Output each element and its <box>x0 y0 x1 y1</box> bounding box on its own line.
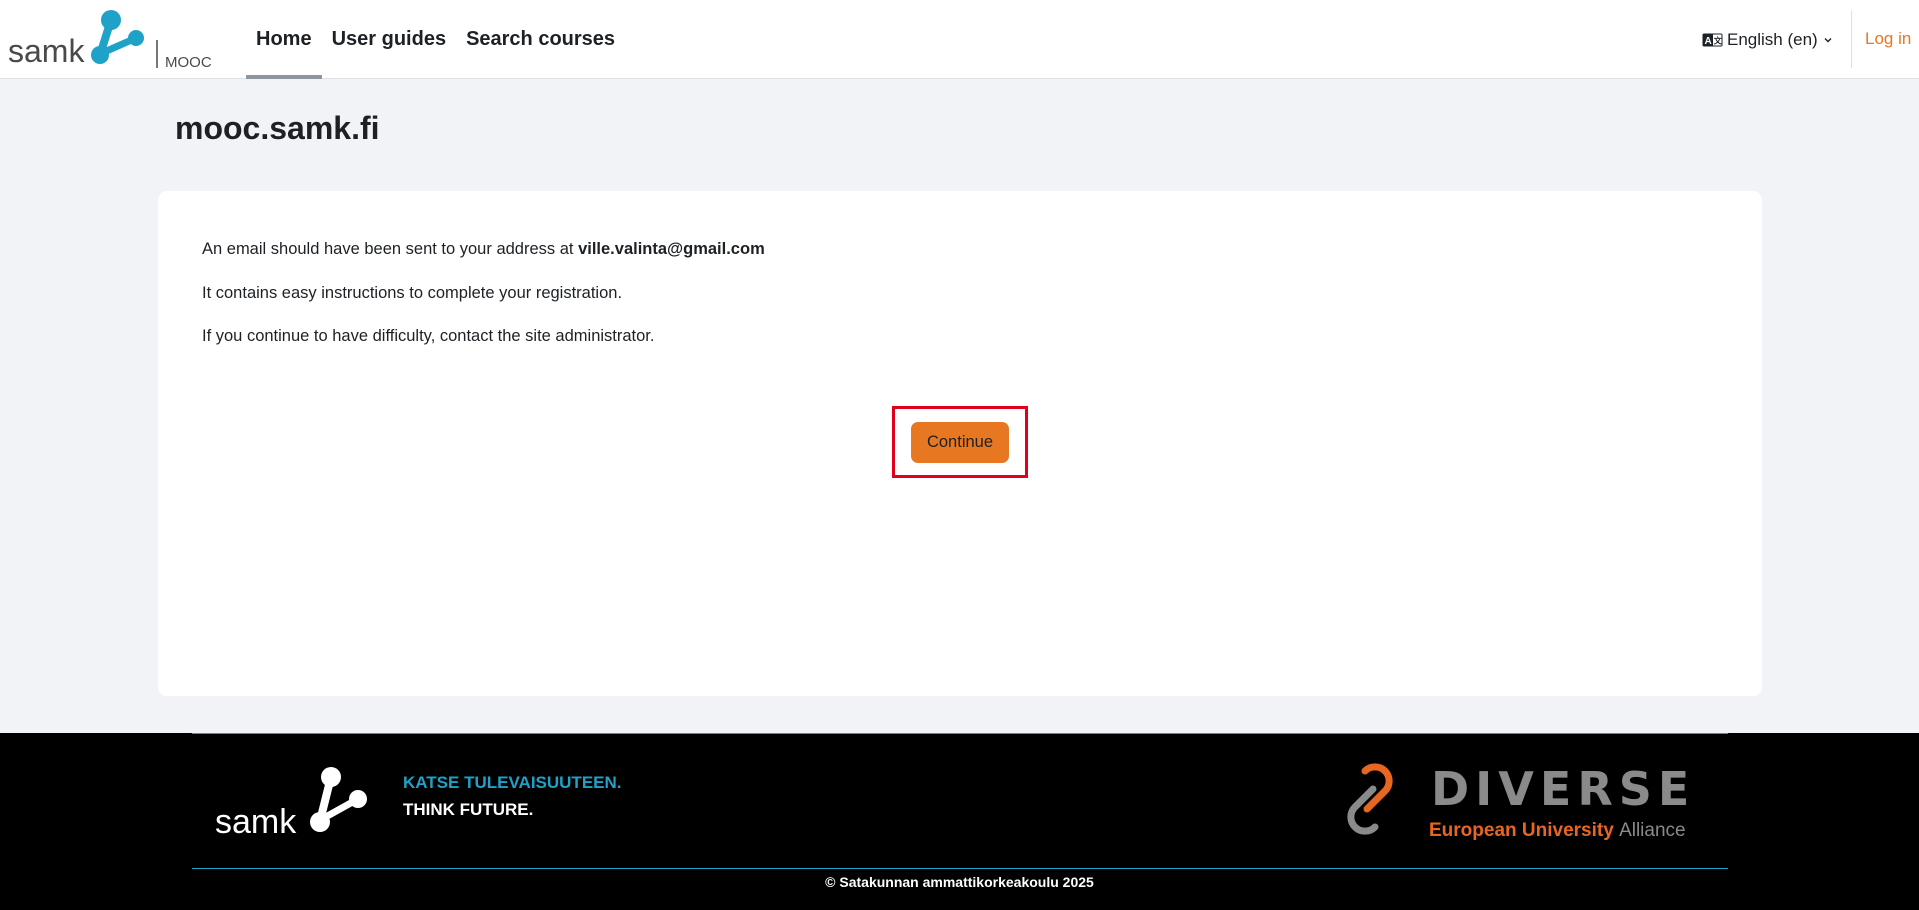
footer-samk-logo: samk <box>215 767 367 839</box>
brand-subtext: MOOC <box>165 54 212 71</box>
footer-divider-top <box>192 733 1728 734</box>
slogan-english: THINK FUTURE. <box>403 800 534 819</box>
page-title: mooc.samk.fi <box>175 110 380 146</box>
language-icon: A 文 <box>1702 33 1723 47</box>
chevron-down-icon <box>1824 37 1832 42</box>
continue-button[interactable]: Continue <box>911 422 1009 463</box>
footer-brand-text: samk <box>215 803 297 839</box>
confirmation-card: An email should have been sent to your a… <box>158 191 1762 696</box>
language-menu[interactable]: A 文 English (en) <box>1702 0 1833 79</box>
email-sent-prefix: An email should have been sent to your a… <box>202 240 579 258</box>
login-link[interactable]: Log in <box>1865 0 1911 78</box>
slogan-finnish: KATSE TULEVAISUUTEEN. <box>403 773 622 792</box>
partner-name: DIVERSE <box>1431 762 1695 816</box>
footer-divider-bottom <box>192 868 1728 869</box>
brand-text: samk <box>8 33 85 69</box>
site-footer: samk KATSE TULEVAISUUTEEN. THINK FUTURE.… <box>0 733 1919 910</box>
nav-search-courses[interactable]: Search courses <box>456 0 625 79</box>
samk-mooc-logo[interactable]: samk MOOC <box>8 8 218 72</box>
partner-tagline: European University Alliance <box>1429 820 1686 841</box>
copyright-text: © Satakunnan ammattikorkeakoulu 2025 <box>825 874 1094 890</box>
email-address: ville.valinta@gmail.com <box>578 240 765 258</box>
svg-text:A: A <box>1705 36 1712 47</box>
top-navbar: samk MOOC Home User guides Search course… <box>0 0 1919 79</box>
nav-user-guides[interactable]: User guides <box>322 0 456 79</box>
email-sent-message: An email should have been sent to your a… <box>202 240 765 259</box>
navbar-divider <box>1851 10 1852 68</box>
language-label: English (en) <box>1727 29 1818 49</box>
difficulty-message: If you continue to have difficulty, cont… <box>202 327 655 345</box>
instructions-message: It contains easy instructions to complet… <box>202 284 623 302</box>
svg-text:文: 文 <box>1714 35 1723 45</box>
nav-home[interactable]: Home <box>246 0 322 79</box>
primary-navigation: Home User guides Search courses <box>246 0 625 79</box>
